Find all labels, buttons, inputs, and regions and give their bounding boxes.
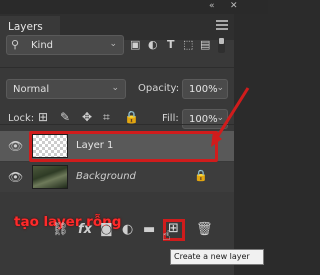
tooltip: Create a new layer	[170, 249, 264, 265]
tooltip-text: Create a new layer	[174, 252, 250, 261]
adjustment-layer-icon[interactable]: ◐	[122, 222, 133, 237]
link-layers-icon[interactable]: ⛓	[52, 222, 69, 237]
new-group-icon[interactable]: ▬	[143, 222, 155, 237]
arrow-shaft	[214, 87, 250, 140]
hand-cursor-icon: ☝	[162, 228, 171, 244]
add-mask-icon[interactable]: ◙	[100, 222, 113, 237]
layer-style-icon[interactable]: fx	[78, 222, 92, 237]
delete-layer-icon[interactable]: 🗑	[196, 222, 213, 237]
